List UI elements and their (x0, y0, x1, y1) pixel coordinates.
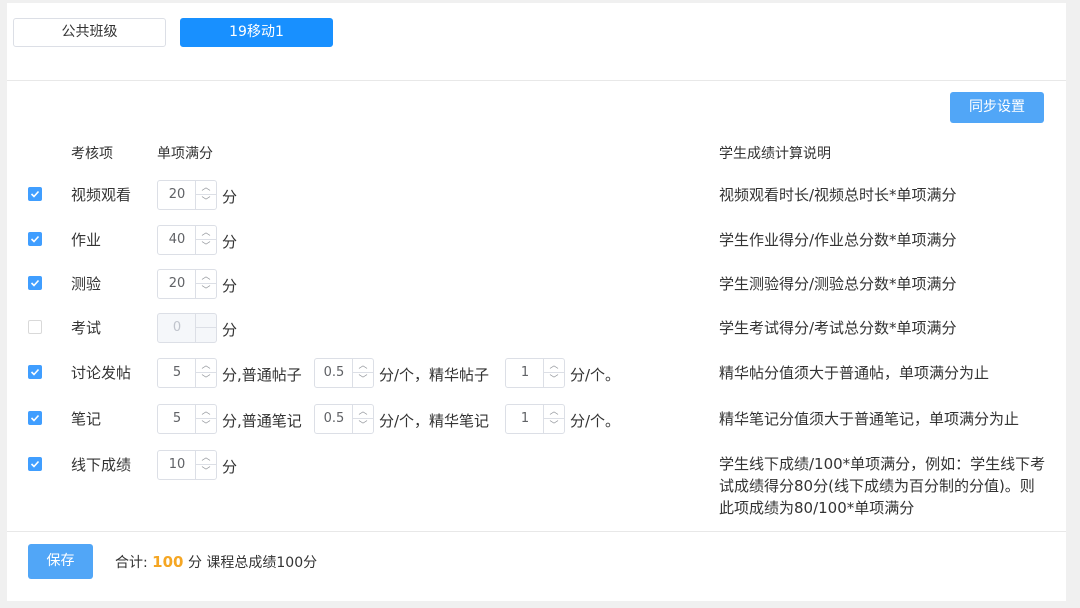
normal-post-stepper[interactable]: 0.5 ︿ ﹀ (314, 358, 374, 388)
decrement-icon[interactable]: ﹀ (196, 373, 216, 387)
featured-post-label: 分/个，精华帖子 (379, 366, 490, 384)
increment-icon[interactable]: ︿ (196, 270, 216, 284)
offline-label: 线下成绩 (71, 456, 132, 474)
header-explanation: 学生成绩计算说明 (719, 146, 831, 162)
normal-note-value: 0.5 (323, 411, 345, 426)
per-item-label: 分/个。 (570, 366, 621, 384)
header-max-score: 单项满分 (157, 146, 213, 162)
featured-note-value: 1 (520, 411, 530, 426)
row-notes: 笔记 5 ︿ ﹀ 分,普通笔记 0.5 ︿ ﹀ 分/个，精华笔记 1 ︿ ﹀ 分/个。… (7, 404, 1066, 434)
decrement-icon[interactable]: ﹀ (544, 373, 564, 387)
discussion-checkbox[interactable] (28, 365, 42, 379)
decrement-icon[interactable]: ﹀ (196, 284, 216, 298)
exam-checkbox[interactable] (28, 320, 42, 334)
discussion-score-value: 5 (172, 365, 182, 380)
increment-icon[interactable]: ︿ (353, 359, 373, 373)
homework-desc: 学生作业得分/作业总分数*单项满分 (719, 231, 957, 249)
tab-public-class[interactable]: 公共班级 (13, 18, 166, 47)
exam-score-value: 0 (172, 320, 182, 335)
total-unit: 分 (187, 555, 202, 571)
exam-desc: 学生考试得分/考试总分数*单项满分 (719, 319, 957, 337)
increment-icon[interactable]: ︿ (196, 181, 216, 195)
unit-label: 分 (222, 458, 238, 476)
normal-post-value: 0.5 (323, 365, 345, 380)
exam-score-stepper[interactable]: 0 (157, 313, 217, 343)
notes-score-stepper[interactable]: 5 ︿ ﹀ (157, 404, 217, 434)
offline-score-value: 10 (168, 457, 186, 472)
increment-icon[interactable]: ︿ (196, 226, 216, 240)
divider (7, 80, 1066, 81)
normal-note-label: 分,普通笔记 (222, 412, 302, 430)
save-button[interactable]: 保存 (28, 544, 93, 579)
notes-label: 笔记 (71, 410, 102, 428)
decrement-icon[interactable]: ﹀ (196, 465, 216, 479)
total-summary: 合计: 100 分 课程总成绩100分 (115, 552, 317, 572)
featured-note-stepper[interactable]: 1 ︿ ﹀ (505, 404, 565, 434)
notes-score-value: 5 (172, 411, 182, 426)
quiz-score-value: 20 (168, 276, 186, 291)
homework-label: 作业 (71, 231, 102, 249)
sync-settings-button[interactable]: 同步设置 (950, 92, 1044, 123)
offline-checkbox[interactable] (28, 457, 42, 471)
video-score-value: 20 (168, 187, 186, 202)
quiz-checkbox[interactable] (28, 276, 42, 290)
row-discussion: 讨论发帖 5 ︿ ﹀ 分,普通帖子 0.5 ︿ ﹀ 分/个，精华帖子 1 ︿ ﹀ 分/… (7, 358, 1066, 388)
decrement-icon[interactable]: ﹀ (196, 240, 216, 254)
row-exam: 考试 0 分 学生考试得分/考试总分数*单项满分 (7, 313, 1066, 343)
discussion-score-stepper[interactable]: 5 ︿ ﹀ (157, 358, 217, 388)
increment-icon[interactable]: ︿ (544, 405, 564, 419)
offline-score-stepper[interactable]: 10 ︿ ﹀ (157, 450, 217, 480)
row-homework: 作业 40 ︿ ﹀ 分 学生作业得分/作业总分数*单项满分 (7, 225, 1066, 255)
notes-desc: 精华笔记分值须大于普通笔记，单项满分为止 (719, 410, 1020, 428)
unit-label: 分 (222, 321, 238, 339)
decrement-icon (196, 328, 216, 342)
increment-icon[interactable]: ︿ (196, 451, 216, 465)
increment-icon[interactable]: ︿ (353, 405, 373, 419)
exam-label: 考试 (71, 319, 102, 337)
row-video: 视频观看 20 ︿ ﹀ 分 视频观看时长/视频总时长*单项满分 (7, 180, 1066, 210)
increment-icon[interactable]: ︿ (196, 359, 216, 373)
homework-checkbox[interactable] (28, 232, 42, 246)
row-quiz: 测验 20 ︿ ﹀ 分 学生测验得分/测验总分数*单项满分 (7, 269, 1066, 299)
divider (7, 531, 1066, 532)
quiz-score-stepper[interactable]: 20 ︿ ﹀ (157, 269, 217, 299)
quiz-desc: 学生测验得分/测验总分数*单项满分 (719, 275, 957, 293)
discussion-label: 讨论发帖 (71, 364, 132, 382)
increment-icon[interactable]: ︿ (544, 359, 564, 373)
quiz-label: 测验 (71, 275, 102, 293)
increment-icon (196, 314, 216, 328)
featured-post-stepper[interactable]: 1 ︿ ﹀ (505, 358, 565, 388)
notes-checkbox[interactable] (28, 411, 42, 425)
decrement-icon[interactable]: ﹀ (353, 419, 373, 433)
increment-icon[interactable]: ︿ (196, 405, 216, 419)
unit-label: 分 (222, 188, 238, 206)
row-offline: 线下成绩 10 ︿ ﹀ 分 学生线下成绩/100*单项满分，例如：学生线下考试成绩… (7, 450, 1066, 517)
grading-settings-panel: 公共班级 19移动1 同步设置 考核项 单项满分 学生成绩计算说明 视频观看 2… (7, 3, 1066, 601)
per-item-label: 分/个。 (570, 412, 621, 430)
course-total: 课程总成绩100分 (206, 555, 318, 571)
offline-desc: 学生线下成绩/100*单项满分，例如：学生线下考试成绩得分80分(线下成绩为百分… (719, 455, 1046, 517)
unit-label: 分 (222, 277, 238, 295)
header-item: 考核项 (71, 146, 113, 162)
decrement-icon[interactable]: ﹀ (196, 195, 216, 209)
featured-post-value: 1 (520, 365, 530, 380)
homework-score-value: 40 (168, 232, 186, 247)
total-value: 100 (152, 553, 184, 571)
discussion-desc: 精华帖分值须大于普通帖，单项满分为止 (719, 364, 990, 382)
decrement-icon[interactable]: ﹀ (544, 419, 564, 433)
decrement-icon[interactable]: ﹀ (196, 419, 216, 433)
video-checkbox[interactable] (28, 187, 42, 201)
decrement-icon[interactable]: ﹀ (353, 373, 373, 387)
homework-score-stepper[interactable]: 40 ︿ ﹀ (157, 225, 217, 255)
normal-note-stepper[interactable]: 0.5 ︿ ﹀ (314, 404, 374, 434)
tab-class-19-mobile-1[interactable]: 19移动1 (180, 18, 333, 47)
video-score-stepper[interactable]: 20 ︿ ﹀ (157, 180, 217, 210)
total-label: 合计: (115, 555, 148, 571)
normal-post-label: 分,普通帖子 (222, 366, 302, 384)
featured-note-label: 分/个，精华笔记 (379, 412, 490, 430)
video-label: 视频观看 (71, 186, 132, 204)
video-desc: 视频观看时长/视频总时长*单项满分 (719, 186, 957, 204)
unit-label: 分 (222, 233, 238, 251)
